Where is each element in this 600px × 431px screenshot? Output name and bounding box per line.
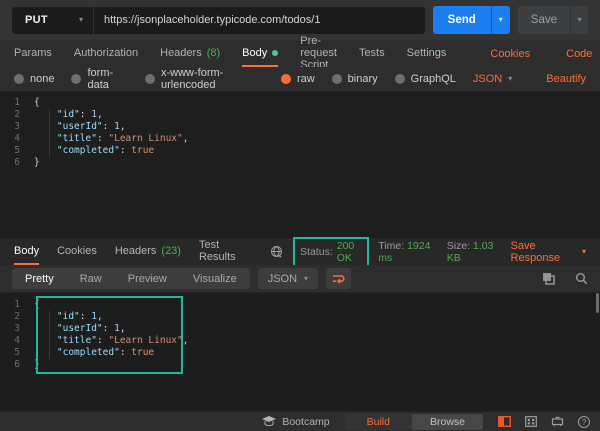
indent-guide: [49, 311, 50, 359]
beautify-link[interactable]: Beautify: [546, 73, 586, 85]
cookies-link[interactable]: Cookies: [490, 40, 530, 67]
response-tab-cookies[interactable]: Cookies: [57, 238, 97, 265]
response-tab-headers[interactable]: Headers(23): [115, 238, 181, 265]
body-modified-dot: [272, 50, 278, 56]
response-tab-test-results[interactable]: Test Results: [199, 238, 252, 265]
radio-icon: [14, 74, 24, 84]
subtab-raw[interactable]: Raw: [67, 268, 115, 289]
code-line: 2 "id": 1,: [0, 311, 600, 323]
code-line: 6}: [0, 359, 600, 371]
browse-mode-button[interactable]: Browse: [412, 414, 483, 430]
copy-icon[interactable]: [542, 272, 555, 285]
radio-icon: [332, 74, 342, 84]
tab-pre-request-script[interactable]: Pre-request Script: [300, 40, 337, 67]
radio-none[interactable]: none: [14, 73, 54, 85]
time-metric: Time: 1924 ms: [378, 240, 437, 264]
save-response-button[interactable]: Save Response ▾: [511, 240, 586, 264]
headers-count-badge: (8): [207, 47, 220, 59]
panes-layout-icon[interactable]: [525, 416, 537, 427]
code-line: 5 "completed": true: [0, 145, 600, 157]
help-icon[interactable]: ?: [578, 416, 590, 428]
console-icon[interactable]: [551, 416, 564, 427]
method-dropdown[interactable]: PUT ▾: [12, 7, 94, 34]
status-value: 200 OK: [337, 240, 363, 264]
send-options-button[interactable]: ▾: [491, 6, 510, 34]
chevron-down-icon: ▾: [577, 16, 581, 24]
radio-icon: [395, 74, 405, 84]
response-meta: Status: 200 OK Time: 1924 ms Size: 1.03 …: [270, 238, 586, 265]
url-container: PUT ▾: [12, 7, 425, 34]
method-label: PUT: [25, 14, 48, 26]
status-label: Status:: [300, 246, 333, 258]
code-line: 3 "userId": 1,: [0, 323, 600, 335]
code-line: 4 "title": "Learn Linux",: [0, 133, 600, 145]
send-button-group: Send ▾: [433, 6, 510, 34]
postman-window: PUT ▾ Send ▾ Save ▾ Params Authorization…: [0, 0, 600, 431]
save-options-button[interactable]: ▾: [570, 6, 588, 34]
footer-icons: ?: [498, 416, 590, 428]
request-tabs: Params Authorization Headers(8) Body Pre…: [0, 40, 600, 67]
radio-icon: [71, 74, 81, 84]
code-line: 3 "userId": 1,: [0, 121, 600, 133]
response-headers-count-badge: (23): [161, 245, 181, 257]
body-type-selector: none form-data x-www-form-urlencoded raw…: [0, 67, 600, 91]
bootcamp-button[interactable]: Bootcamp: [262, 416, 329, 428]
response-view-tabs: Pretty Raw Preview Visualize: [12, 268, 250, 289]
code-line: 4 "title": "Learn Linux",: [0, 335, 600, 347]
response-header: Body Cookies Headers(23) Test Results St…: [0, 237, 600, 265]
graduation-cap-icon: [262, 416, 276, 427]
url-input[interactable]: [94, 14, 425, 26]
radio-selected-icon: [281, 74, 291, 84]
response-view-toolbar: Pretty Raw Preview Visualize JSON ▾: [0, 265, 600, 292]
radio-graphql[interactable]: GraphQL: [395, 73, 456, 85]
size-metric: Size: 1.03 KB: [447, 240, 502, 264]
code-line: 5 "completed": true: [0, 347, 600, 359]
body-format-dropdown[interactable]: JSON▾: [473, 73, 512, 85]
subtab-preview[interactable]: Preview: [115, 268, 180, 289]
subtab-pretty[interactable]: Pretty: [12, 268, 67, 289]
response-body-viewer[interactable]: 1{2 "id": 1,3 "userId": 1,4 "title": "Le…: [0, 292, 600, 411]
save-button-group: Save ▾: [518, 6, 588, 34]
response-format-dropdown[interactable]: JSON ▾: [258, 268, 318, 289]
two-pane-view-icon[interactable]: [498, 416, 511, 427]
search-icon[interactable]: [575, 272, 588, 285]
tab-settings[interactable]: Settings: [407, 40, 447, 67]
indent-guide: [49, 109, 50, 157]
chevron-down-icon: ▾: [508, 75, 512, 83]
tab-tests[interactable]: Tests: [359, 40, 385, 67]
network-globe-icon[interactable]: [270, 245, 284, 259]
radio-binary[interactable]: binary: [332, 73, 378, 85]
wrap-line-icon: [332, 273, 345, 285]
code-link[interactable]: Code: [566, 40, 592, 67]
radio-x-www-form-urlencoded[interactable]: x-www-form-urlencoded: [145, 67, 264, 91]
scrollbar-thumb[interactable]: [596, 293, 599, 313]
save-button[interactable]: Save: [518, 6, 570, 34]
workspace-mode-switch: Build Browse: [345, 414, 483, 430]
radio-raw[interactable]: raw: [281, 73, 315, 85]
footer-status-bar: Bootcamp Build Browse: [0, 411, 600, 431]
wrap-line-button[interactable]: [326, 268, 351, 289]
radio-form-data[interactable]: form-data: [71, 67, 128, 91]
chevron-down-icon: ▾: [79, 16, 83, 24]
radio-icon: [145, 74, 155, 84]
code-line: 2 "id": 1,: [0, 109, 600, 121]
response-tab-body[interactable]: Body: [14, 238, 39, 265]
chevron-down-icon: ▾: [499, 16, 503, 24]
send-button[interactable]: Send: [433, 6, 491, 34]
code-line: 6}: [0, 157, 600, 169]
chevron-down-icon: ▾: [304, 275, 308, 283]
code-line: 1{: [0, 299, 600, 311]
tab-authorization[interactable]: Authorization: [74, 40, 138, 67]
build-mode-button[interactable]: Build: [345, 414, 412, 430]
tab-body[interactable]: Body: [242, 40, 278, 67]
tab-params[interactable]: Params: [14, 40, 52, 67]
request-body-editor[interactable]: 1{2 "id": 1,3 "userId": 1,4 "title": "Le…: [0, 91, 600, 237]
chevron-down-icon: ▾: [582, 248, 586, 256]
tab-headers[interactable]: Headers(8): [160, 40, 220, 67]
status-annotation-box: Status: 200 OK: [293, 237, 369, 267]
code-line: 1{: [0, 97, 600, 109]
subtab-visualize[interactable]: Visualize: [180, 268, 250, 289]
